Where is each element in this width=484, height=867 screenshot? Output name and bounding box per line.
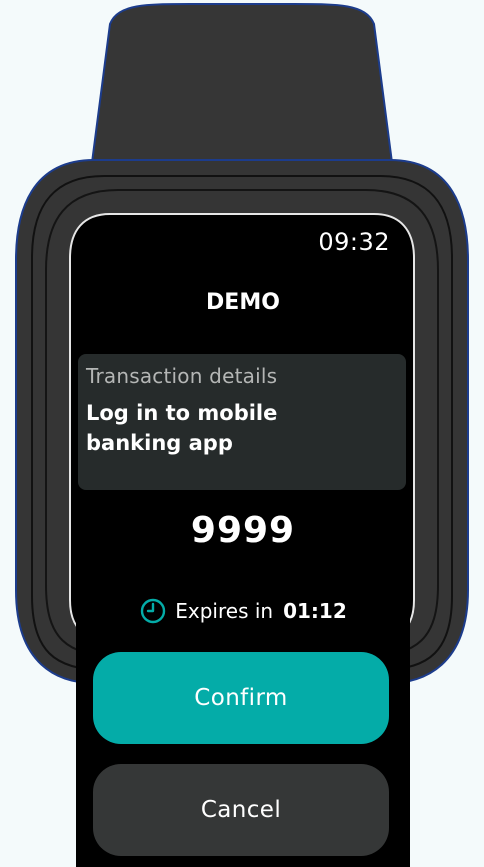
watch-screen: 09:32 DEMO Transaction details Log in to… <box>76 218 410 867</box>
cancel-button[interactable]: Cancel <box>93 764 389 856</box>
status-time: 09:32 <box>318 228 390 256</box>
transaction-details-label: Transaction details <box>86 364 278 388</box>
watch-band <box>88 3 396 179</box>
verification-code: 9999 <box>190 510 296 551</box>
transaction-details-card: Transaction details Log in to mobile ban… <box>78 354 406 490</box>
clock-icon <box>139 597 167 625</box>
app-title: DEMO <box>206 290 280 315</box>
expires-label: Expires in <box>175 599 274 623</box>
transaction-details-text: Log in to mobile banking app <box>86 401 278 455</box>
expires-countdown: 01:12 <box>283 599 347 623</box>
expiry-row: Expires in 01:12 <box>76 597 410 625</box>
confirm-button[interactable]: Confirm <box>93 652 389 744</box>
